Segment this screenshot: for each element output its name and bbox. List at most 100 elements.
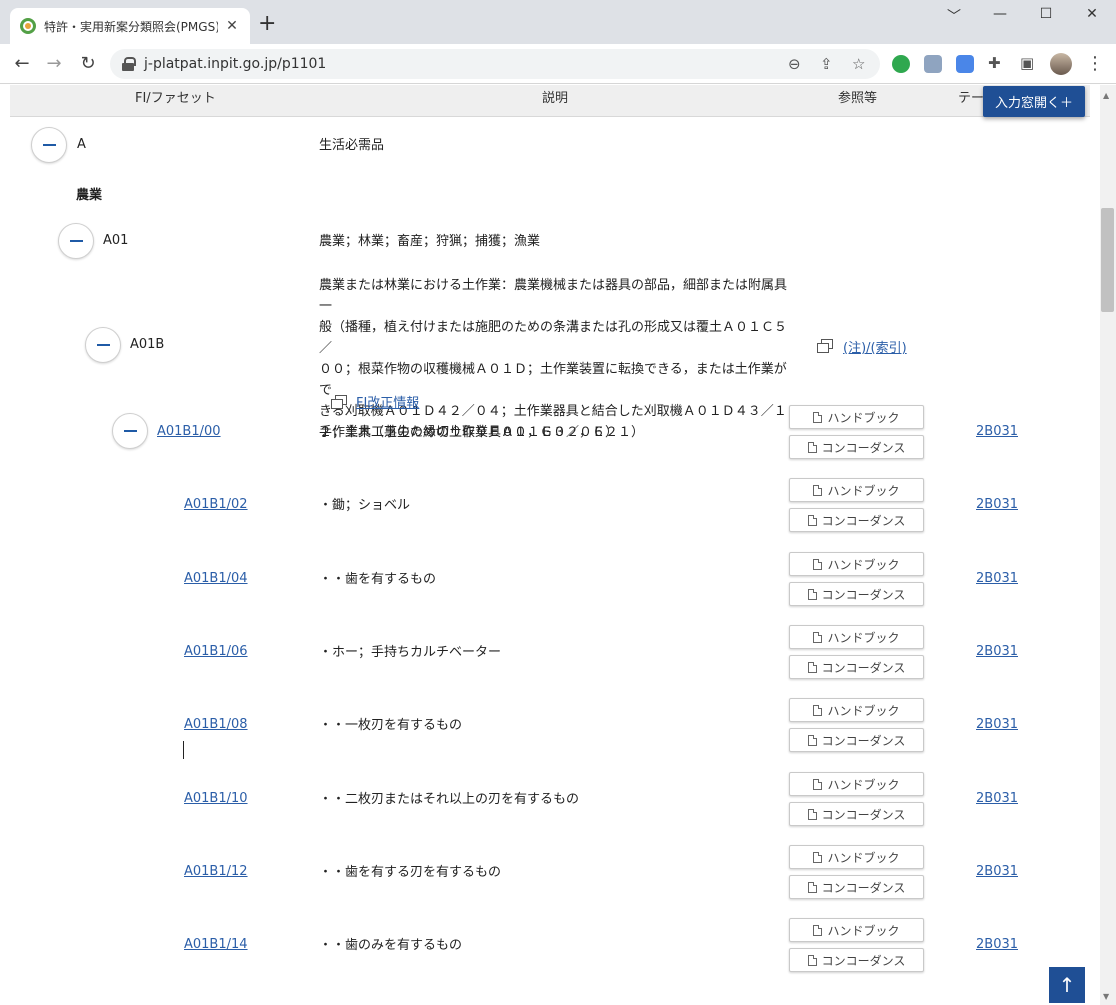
- entry-description: ・ホー；手持ちカルチベーター: [319, 645, 502, 660]
- class-code: A: [77, 137, 86, 152]
- fi-revision-link[interactable]: FI改正情報: [356, 392, 419, 411]
- entry-description: ・・歯を有する刃を有するもの: [319, 865, 502, 880]
- browser-tab[interactable]: 特許・実用新案分類照会(PMGS) | ✕: [10, 8, 250, 44]
- entry-description: ・・歯のみを有するもの: [319, 938, 463, 953]
- entry-description: ・鋤；ショベル: [319, 498, 411, 513]
- back-icon[interactable]: ←: [10, 52, 34, 76]
- dropbox-extension-icon[interactable]: [924, 55, 942, 73]
- concordance-button[interactable]: コンコーダンス: [789, 802, 924, 826]
- page-viewport: FI/ファセット 説明 参照等 テー 入力窓開く＋ A 生活必需品 農業 A01…: [0, 85, 1100, 1005]
- collapse-toggle-icon[interactable]: [31, 127, 67, 163]
- section-heading: 農業: [76, 188, 103, 203]
- theme-code-link[interactable]: 2B031: [976, 571, 1018, 586]
- handbook-label: ハンドブック: [827, 410, 900, 425]
- concordance-button[interactable]: コンコーダンス: [789, 508, 924, 532]
- popup-window-icon: [331, 395, 347, 409]
- bookmark-star-icon[interactable]: ☆: [852, 55, 865, 73]
- lock-icon: [122, 57, 136, 71]
- tab-search-icon[interactable]: ﹀: [944, 6, 964, 26]
- handbook-label: ハンドブック: [827, 557, 900, 572]
- more-menu-icon[interactable]: ⋮: [1086, 53, 1104, 74]
- concordance-button[interactable]: コンコーダンス: [789, 948, 924, 972]
- class-code: A01B: [130, 337, 165, 352]
- scroll-to-top-button[interactable]: ↑: [1049, 967, 1085, 1003]
- concordance-label: コンコーダンス: [821, 880, 906, 895]
- theme-code-link[interactable]: 2B031: [976, 424, 1018, 439]
- maximize-window-icon[interactable]: ☐: [1036, 6, 1056, 22]
- fi-code-link[interactable]: A01B1/00: [157, 424, 221, 439]
- header-description: 説明: [542, 91, 569, 106]
- theme-code-link[interactable]: 2B031: [976, 864, 1018, 879]
- forward-icon[interactable]: →: [42, 52, 66, 76]
- document-icon: [807, 954, 817, 966]
- open-input-window-button[interactable]: 入力窓開く＋: [983, 86, 1085, 117]
- theme-code-link[interactable]: 2B031: [976, 937, 1018, 952]
- class-description: 生活必需品: [319, 138, 385, 153]
- fi-code-link[interactable]: A01B1/06: [184, 644, 248, 659]
- handbook-button[interactable]: ハンドブック: [789, 405, 924, 429]
- handbook-button[interactable]: ハンドブック: [789, 698, 924, 722]
- concordance-button[interactable]: コンコーダンス: [789, 435, 924, 459]
- concordance-button[interactable]: コンコーダンス: [789, 655, 924, 679]
- fi-code-link[interactable]: A01B1/08: [184, 717, 248, 732]
- document-icon: [807, 734, 817, 746]
- extensions-puzzle-icon[interactable]: ✚: [988, 54, 1001, 72]
- handbook-button[interactable]: ハンドブック: [789, 625, 924, 649]
- theme-code-link[interactable]: 2B031: [976, 791, 1018, 806]
- document-icon: [813, 411, 823, 423]
- scroll-up-arrow-icon[interactable]: ▲: [1103, 91, 1109, 100]
- address-bar[interactable]: j-platpat.inpit.go.jp/p1101 ⊖ ⇪ ☆: [110, 49, 880, 79]
- handbook-button[interactable]: ハンドブック: [789, 918, 924, 942]
- concordance-label: コンコーダンス: [821, 953, 906, 968]
- side-panel-icon[interactable]: ▣: [1020, 54, 1034, 72]
- translate-extension-icon[interactable]: [956, 55, 974, 73]
- fi-code-link[interactable]: A01B1/02: [184, 497, 248, 512]
- class-description: 農業；林業；畜産；狩猟；捕獲；漁業: [319, 234, 541, 249]
- class-description: 農業または林業における土作業：農業機械または器具の部品，細部または附属具一 般（…: [319, 275, 794, 443]
- handbook-button[interactable]: ハンドブック: [789, 845, 924, 869]
- theme-code-link[interactable]: 2B031: [976, 717, 1018, 732]
- concordance-button[interactable]: コンコーダンス: [789, 875, 924, 899]
- browser-toolbar: ← → ↻ j-platpat.inpit.go.jp/p1101 ⊖ ⇪ ☆ …: [0, 44, 1116, 84]
- zoom-out-icon[interactable]: ⊖: [788, 55, 801, 73]
- document-icon: [813, 851, 823, 863]
- fi-code-link[interactable]: A01B1/04: [184, 571, 248, 586]
- document-icon: [813, 631, 823, 643]
- header-fi-facet: FI/ファセット: [135, 91, 216, 106]
- handbook-button[interactable]: ハンドブック: [789, 772, 924, 796]
- theme-code-link[interactable]: 2B031: [976, 644, 1018, 659]
- fi-code-link[interactable]: A01B1/12: [184, 864, 248, 879]
- notes-index-link[interactable]: (注)/(索引): [843, 337, 907, 356]
- collapse-toggle-icon[interactable]: [85, 327, 121, 363]
- minimize-window-icon[interactable]: —: [990, 6, 1010, 22]
- entry-description: 手作業具（芝生の縁切り取り具Ａ０１Ｇ３／０６）: [319, 425, 619, 440]
- scroll-down-arrow-icon[interactable]: ▼: [1103, 992, 1109, 1001]
- collapse-toggle-icon[interactable]: [58, 223, 94, 259]
- close-window-icon[interactable]: ✕: [1082, 6, 1102, 22]
- fi-code-link[interactable]: A01B1/10: [184, 791, 248, 806]
- collapse-toggle-icon[interactable]: [112, 413, 148, 449]
- concordance-button[interactable]: コンコーダンス: [789, 728, 924, 752]
- theme-code-link[interactable]: 2B031: [976, 497, 1018, 512]
- fi-code-link[interactable]: A01B1/14: [184, 937, 248, 952]
- share-icon[interactable]: ⇪: [820, 55, 833, 73]
- handbook-label: ハンドブック: [827, 703, 900, 718]
- tab-close-icon[interactable]: ✕: [224, 18, 240, 34]
- concordance-label: コンコーダンス: [821, 587, 906, 602]
- new-tab-button[interactable]: +: [258, 12, 276, 36]
- class-code: A01: [103, 233, 129, 248]
- evernote-extension-icon[interactable]: [892, 55, 910, 73]
- profile-avatar[interactable]: [1050, 53, 1072, 75]
- entry-description: ・・一枚刃を有するもの: [319, 718, 463, 733]
- concordance-button[interactable]: コンコーダンス: [789, 582, 924, 606]
- handbook-button[interactable]: ハンドブック: [789, 478, 924, 502]
- entry-description: ・・二枚刃またはそれ以上の刃を有するもの: [319, 792, 580, 807]
- text-cursor: [183, 741, 184, 759]
- handbook-label: ハンドブック: [827, 777, 900, 792]
- concordance-label: コンコーダンス: [821, 513, 906, 528]
- handbook-label: ハンドブック: [827, 483, 900, 498]
- scrollbar-thumb[interactable]: [1101, 208, 1114, 312]
- reload-icon[interactable]: ↻: [76, 52, 100, 76]
- header-theme: テー: [958, 91, 985, 106]
- handbook-button[interactable]: ハンドブック: [789, 552, 924, 576]
